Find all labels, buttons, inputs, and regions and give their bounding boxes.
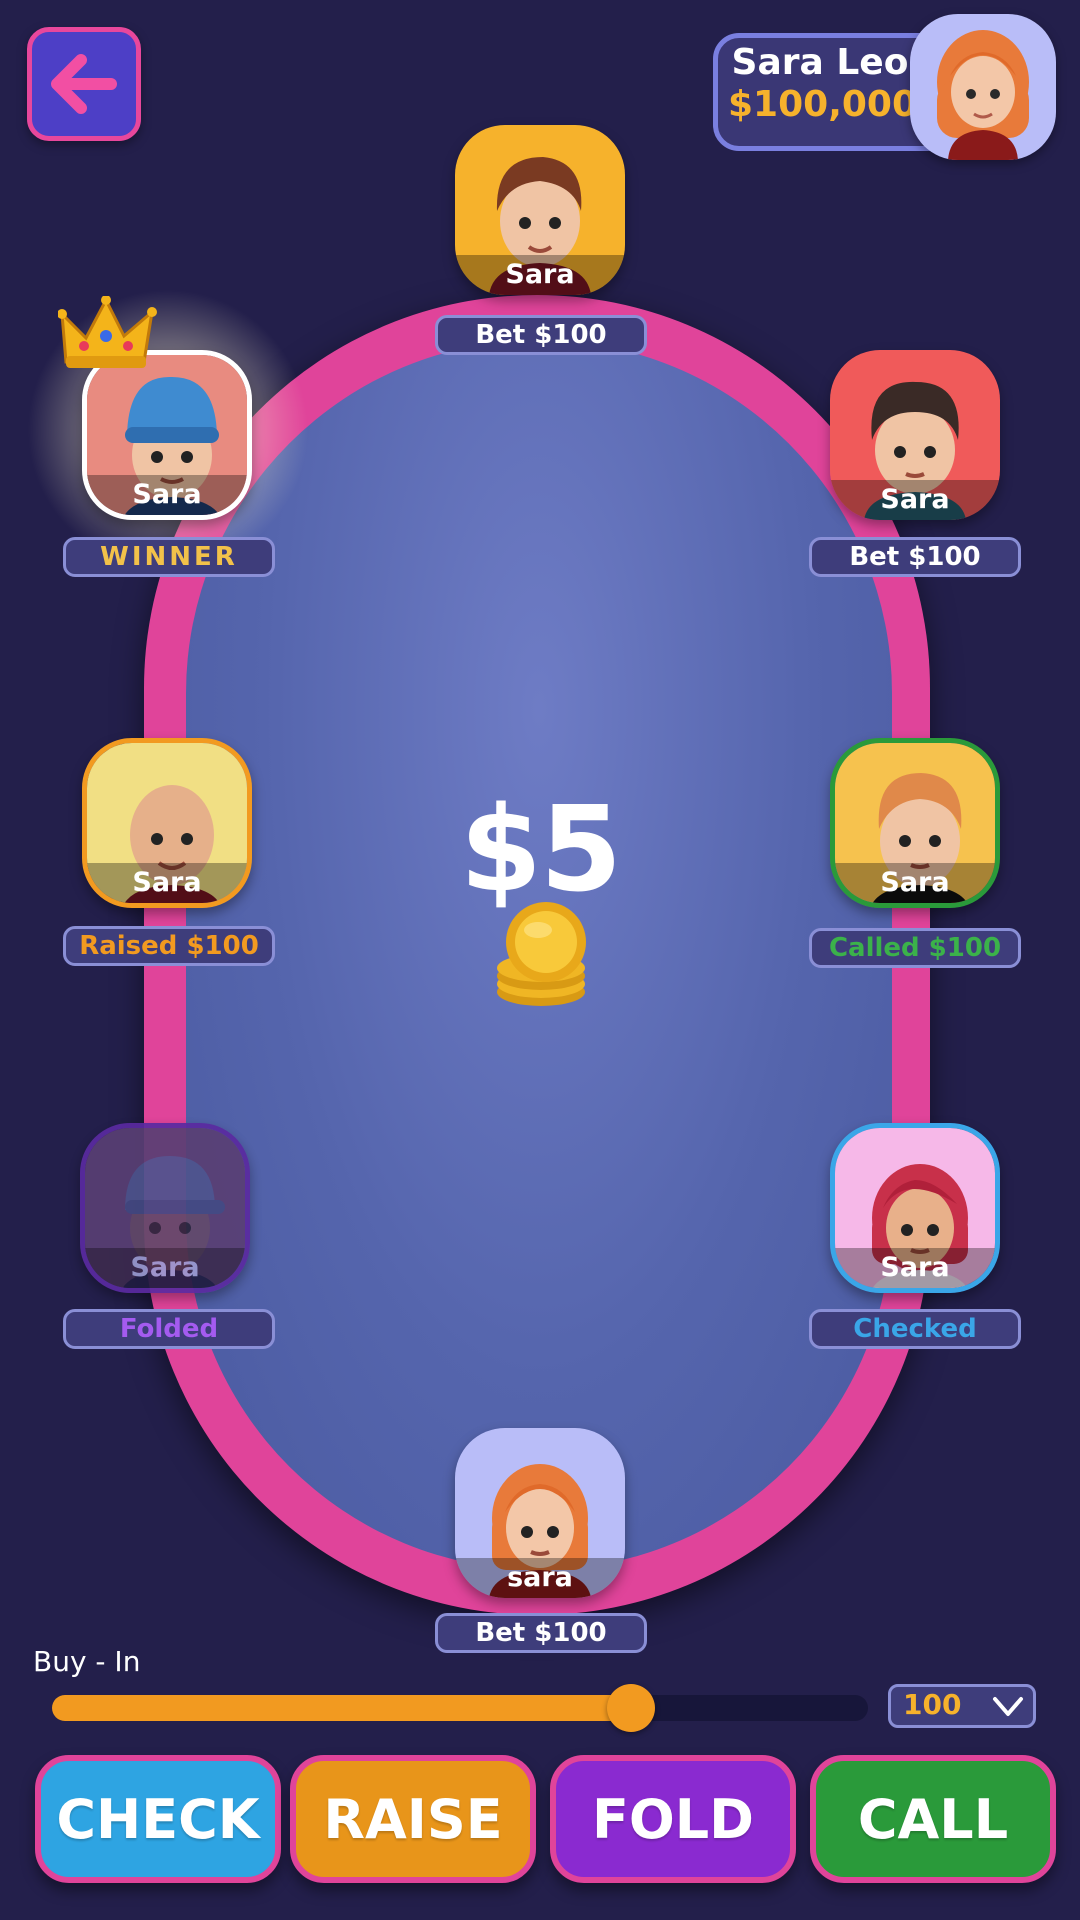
check-label: CHECK xyxy=(56,1787,260,1851)
seat-lower-right[interactable]: Sara xyxy=(830,1123,1000,1293)
seat-mid-right-status: Called $100 xyxy=(809,928,1021,968)
pot-amount: $5 xyxy=(459,780,622,918)
chip-stack-icon xyxy=(497,902,586,1006)
seat-top[interactable]: Sara xyxy=(455,125,625,295)
profile-name: Sara Leo xyxy=(731,42,909,83)
call-button[interactable]: CALL xyxy=(810,1755,1056,1883)
buy-in-slider-fill xyxy=(52,1695,631,1721)
seat-mid-right-name: Sara xyxy=(835,863,995,903)
check-button[interactable]: CHECK xyxy=(35,1755,281,1883)
seat-bottom-player[interactable]: sara xyxy=(455,1428,625,1598)
seat-bottom-status: Bet $100 xyxy=(435,1613,647,1653)
seat-upper-right-name: Sara xyxy=(830,480,1000,520)
buy-in-label: Buy - In xyxy=(33,1645,141,1678)
chevron-down-icon xyxy=(993,1697,1023,1716)
profile-balance: $100,000 xyxy=(728,84,918,125)
seat-upper-right[interactable]: Sara xyxy=(830,350,1000,520)
seat-lower-right-name: Sara xyxy=(835,1248,995,1288)
seat-winner-status: WINNER xyxy=(63,537,275,577)
buy-in-amount-value: 100 xyxy=(903,1688,962,1721)
seat-top-name: Sara xyxy=(455,255,625,295)
buy-in-slider-thumb[interactable] xyxy=(607,1684,655,1732)
profile-avatar[interactable] xyxy=(910,14,1056,160)
raise-button[interactable]: RAISE xyxy=(290,1755,536,1883)
seat-mid-left[interactable]: Sara xyxy=(82,738,252,908)
arrow-left-icon xyxy=(51,54,117,114)
raise-label: RAISE xyxy=(323,1787,503,1851)
seat-mid-right[interactable]: Sara xyxy=(830,738,1000,908)
seat-mid-left-name: Sara xyxy=(87,863,247,903)
seat-upper-right-status: Bet $100 xyxy=(809,537,1021,577)
seat-lower-left-name: Sara xyxy=(85,1248,245,1288)
seat-top-status: Bet $100 xyxy=(435,315,647,355)
fold-label: FOLD xyxy=(591,1787,755,1851)
seat-lower-left-status: Folded xyxy=(63,1309,275,1349)
fold-button[interactable]: FOLD xyxy=(550,1755,796,1883)
seat-bottom-name: sara xyxy=(455,1558,625,1598)
seat-lower-left-folded[interactable]: Sara xyxy=(80,1123,250,1293)
seat-mid-left-status: Raised $100 xyxy=(63,926,275,966)
back-button[interactable] xyxy=(27,27,141,141)
crown-icon xyxy=(58,296,157,368)
seat-lower-right-status: Checked xyxy=(809,1309,1021,1349)
seat-winner-name: Sara xyxy=(87,475,247,515)
call-label: CALL xyxy=(857,1787,1009,1851)
